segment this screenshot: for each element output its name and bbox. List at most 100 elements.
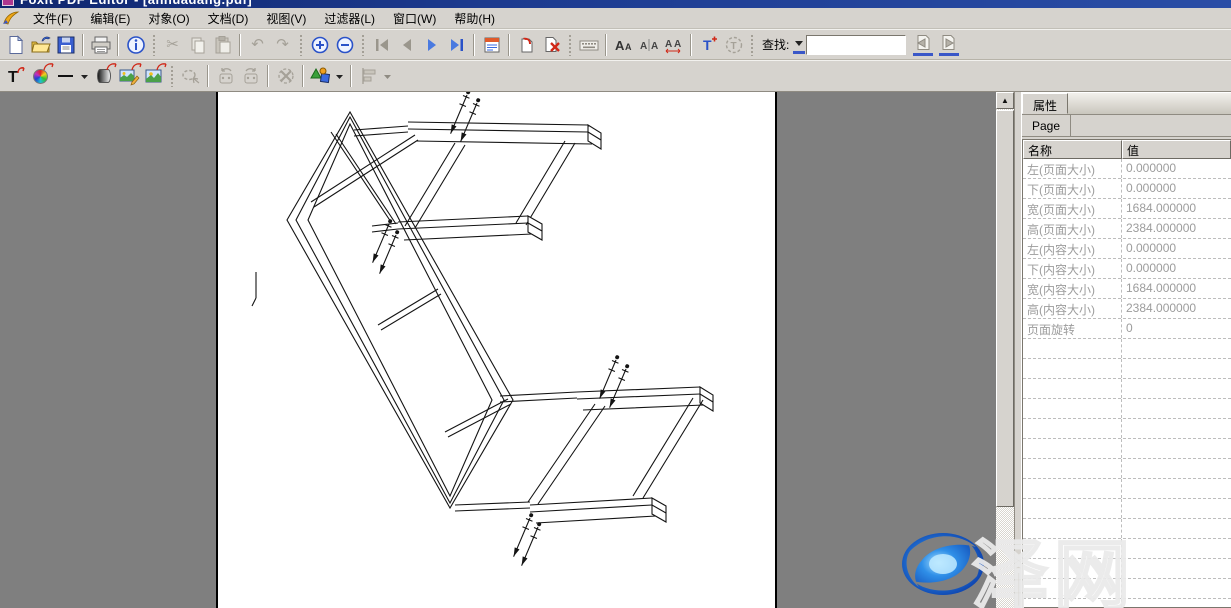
toolbar-grip[interactable] bbox=[170, 65, 174, 87]
undo-button[interactable]: ↶ bbox=[245, 32, 270, 57]
separator bbox=[239, 34, 241, 56]
menu-item-0[interactable]: 文件(F) bbox=[24, 8, 81, 29]
toolbar-grip[interactable] bbox=[750, 34, 754, 56]
find-next-button[interactable] bbox=[939, 34, 959, 56]
zoom-out-button[interactable] bbox=[332, 32, 357, 57]
save-button[interactable] bbox=[53, 32, 78, 57]
align-dropdown[interactable] bbox=[381, 64, 394, 89]
property-value[interactable] bbox=[1122, 559, 1231, 578]
touchup-button[interactable] bbox=[178, 64, 203, 89]
next-page-button[interactable] bbox=[419, 32, 444, 57]
property-row bbox=[1023, 339, 1231, 359]
menu-item-3[interactable]: 文档(D) bbox=[199, 8, 258, 29]
pdf-page[interactable] bbox=[216, 92, 777, 608]
property-value[interactable]: 2384.000000 bbox=[1122, 219, 1231, 238]
paste-button[interactable] bbox=[210, 32, 235, 57]
copy-button[interactable] bbox=[185, 32, 210, 57]
text-tool-button[interactable]: T bbox=[3, 64, 28, 89]
menu-item-6[interactable]: 窗口(W) bbox=[384, 8, 445, 29]
menu-item-4[interactable]: 视图(V) bbox=[257, 8, 315, 29]
property-value[interactable] bbox=[1122, 339, 1231, 358]
property-value[interactable]: 0.000000 bbox=[1122, 179, 1231, 198]
property-value[interactable] bbox=[1122, 379, 1231, 398]
toolbar-grip[interactable] bbox=[152, 34, 156, 56]
edit-image-button[interactable] bbox=[116, 64, 141, 89]
panel-splitter[interactable] bbox=[1014, 92, 1022, 608]
property-value[interactable] bbox=[1122, 519, 1231, 538]
menu-item-1[interactable]: 编辑(E) bbox=[81, 8, 139, 29]
align-button[interactable] bbox=[356, 64, 381, 89]
property-value[interactable] bbox=[1122, 479, 1231, 498]
new-button[interactable] bbox=[3, 32, 28, 57]
menu-item-7[interactable]: 帮助(H) bbox=[445, 8, 504, 29]
last-page-button[interactable] bbox=[444, 32, 469, 57]
first-page-button[interactable] bbox=[369, 32, 394, 57]
rotate-left-button[interactable] bbox=[213, 64, 238, 89]
property-value[interactable]: 0.000000 bbox=[1122, 239, 1231, 258]
find-input[interactable] bbox=[806, 35, 906, 55]
line-tool-button[interactable] bbox=[53, 64, 78, 89]
prev-page-button[interactable] bbox=[394, 32, 419, 57]
property-value[interactable] bbox=[1122, 599, 1231, 608]
property-value[interactable]: 2384.000000 bbox=[1122, 299, 1231, 318]
kerning-button[interactable]: AA bbox=[636, 32, 661, 57]
scrollbar-thumb[interactable] bbox=[996, 110, 1014, 507]
color-tool-button[interactable] bbox=[28, 64, 53, 89]
property-value[interactable]: 0.000000 bbox=[1122, 259, 1231, 278]
separator bbox=[690, 34, 692, 56]
menu-item-5[interactable]: 过滤器(L) bbox=[315, 8, 384, 29]
menu-item-2[interactable]: 对象(O) bbox=[139, 8, 198, 29]
property-value[interactable]: 1684.000000 bbox=[1122, 279, 1231, 298]
property-value[interactable] bbox=[1122, 579, 1231, 598]
delete-page-button[interactable] bbox=[539, 32, 564, 57]
text-circle-button[interactable]: T bbox=[721, 32, 746, 57]
toolbar-grip[interactable] bbox=[299, 34, 303, 56]
delete-object-button[interactable] bbox=[273, 64, 298, 89]
rotate-right-button[interactable] bbox=[238, 64, 263, 89]
app-icon bbox=[2, 0, 14, 6]
zoom-in-button[interactable] bbox=[307, 32, 332, 57]
toolbar-grip[interactable] bbox=[568, 34, 572, 56]
property-row: 宽(页面大小)1684.000000 bbox=[1023, 199, 1231, 219]
keyboard-button[interactable] bbox=[576, 32, 601, 57]
document-canvas[interactable] bbox=[0, 92, 996, 608]
print-button[interactable] bbox=[88, 32, 113, 57]
page-form-button[interactable] bbox=[479, 32, 504, 57]
toolbar-grip[interactable] bbox=[361, 34, 365, 56]
property-value[interactable] bbox=[1122, 539, 1231, 558]
property-value[interactable]: 0.000000 bbox=[1122, 159, 1231, 178]
objects-dropdown[interactable] bbox=[333, 64, 346, 89]
property-value[interactable] bbox=[1122, 459, 1231, 478]
property-value[interactable] bbox=[1122, 359, 1231, 378]
property-value[interactable]: 1684.000000 bbox=[1122, 199, 1231, 218]
zoom-out-icon bbox=[335, 35, 355, 55]
property-value[interactable] bbox=[1122, 499, 1231, 518]
add-image-button[interactable] bbox=[141, 64, 166, 89]
char-spacing-button[interactable]: AA bbox=[661, 32, 686, 57]
find-previous-button[interactable] bbox=[913, 34, 933, 56]
char-spacing-icon: AA bbox=[663, 35, 685, 55]
scroll-up-button[interactable]: ▲ bbox=[996, 92, 1014, 109]
open-button[interactable] bbox=[28, 32, 53, 57]
redo-button[interactable]: ↷ bbox=[270, 32, 295, 57]
insert-page-button[interactable] bbox=[514, 32, 539, 57]
property-value[interactable] bbox=[1122, 399, 1231, 418]
vertical-scrollbar[interactable]: ▲ bbox=[996, 92, 1014, 608]
keyboard-icon bbox=[578, 35, 600, 55]
shading-tool-button[interactable] bbox=[91, 64, 116, 89]
info-button[interactable] bbox=[123, 32, 148, 57]
line-tool-dropdown[interactable] bbox=[78, 64, 91, 89]
property-value[interactable]: 0 bbox=[1122, 319, 1231, 338]
column-header-name[interactable]: 名称 bbox=[1023, 140, 1122, 159]
application-window: Foxit PDF Editor - [anhuadang.pdf] 文件(F)… bbox=[0, 0, 1231, 608]
property-value[interactable] bbox=[1122, 419, 1231, 438]
property-value[interactable] bbox=[1122, 439, 1231, 458]
font-size-button[interactable]: AA bbox=[611, 32, 636, 57]
add-text-button[interactable]: T bbox=[696, 32, 721, 57]
column-header-value[interactable]: 值 bbox=[1122, 140, 1231, 159]
cut-button[interactable]: ✂ bbox=[160, 32, 185, 57]
tab-properties[interactable]: 属性 bbox=[1022, 93, 1068, 114]
objects-button[interactable] bbox=[308, 64, 333, 89]
find-dropdown[interactable] bbox=[793, 36, 805, 54]
tab-page[interactable]: Page bbox=[1022, 115, 1071, 136]
